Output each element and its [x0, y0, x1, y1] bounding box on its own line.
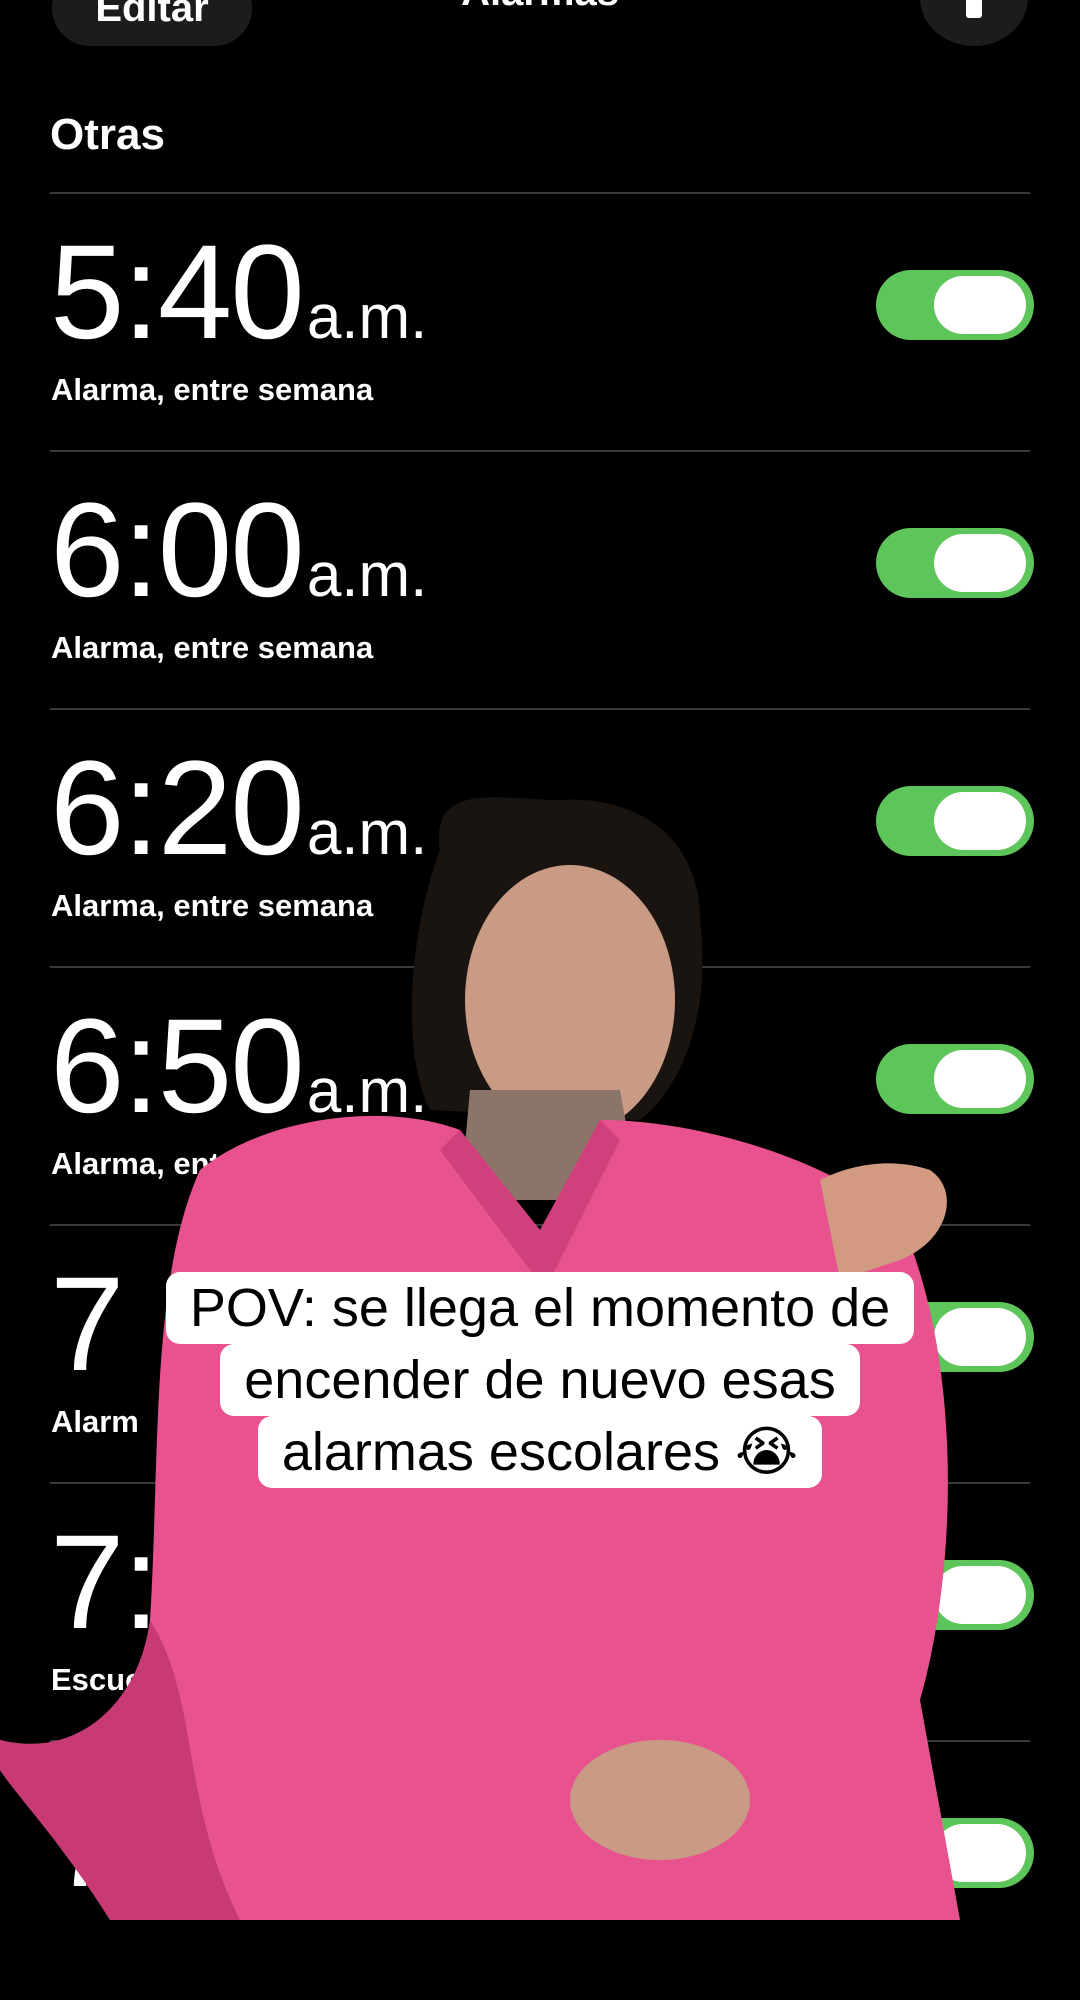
caption: POV: se llega el momento de encender de … — [0, 1272, 1080, 1488]
person-overlay — [0, 797, 960, 1920]
caption-line: encender de nuevo esas — [220, 1344, 860, 1416]
caption-line: POV: se llega el momento de — [165, 1272, 915, 1344]
caption-line: alarmas escolares 😭 — [257, 1416, 823, 1488]
